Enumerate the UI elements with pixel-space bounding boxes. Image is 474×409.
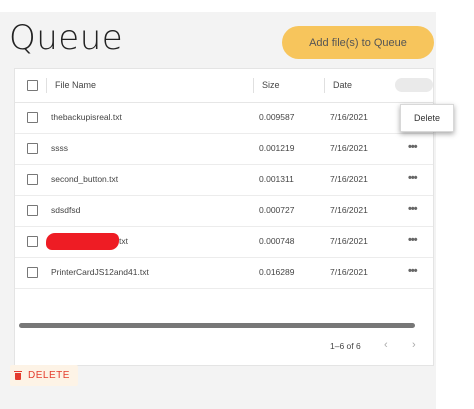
table-header: File Name Size Date: [15, 69, 433, 103]
bulk-delete-label: DELETE: [28, 370, 70, 381]
column-divider: [253, 78, 254, 93]
file-date: 7/16/2021: [330, 267, 368, 277]
file-date: 7/16/2021: [330, 236, 368, 246]
table-row[interactable]: txt 0.000748 7/16/2021 •••: [15, 226, 433, 258]
file-date: 7/16/2021: [330, 174, 368, 184]
row-checkbox[interactable]: [27, 143, 38, 154]
row-checkbox[interactable]: [27, 112, 38, 123]
file-size: 0.009587: [259, 112, 295, 122]
file-size: 0.016289: [259, 267, 295, 277]
row-menu-icon[interactable]: •••: [408, 226, 418, 257]
header-date[interactable]: Date: [333, 69, 352, 102]
table-row[interactable]: second_button.txt 0.001311 7/16/2021 •••: [15, 164, 433, 196]
file-name: ssss: [51, 143, 68, 153]
row-menu-icon[interactable]: •••: [408, 164, 418, 195]
context-menu-delete[interactable]: Delete: [400, 104, 454, 132]
horizontal-scrollbar[interactable]: [19, 323, 415, 328]
row-menu-icon[interactable]: •••: [408, 195, 418, 226]
column-divider: [46, 78, 47, 93]
column-divider: [324, 78, 325, 93]
row-menu-icon[interactable]: •••: [408, 133, 418, 164]
header-actions-placeholder: [395, 78, 433, 92]
file-size: 0.000748: [259, 236, 295, 246]
queue-table: File Name Size Date thebackupisreal.txt …: [14, 68, 434, 366]
pagination-range: 1–6 of 6: [330, 341, 361, 351]
bulk-delete-button[interactable]: DELETE: [10, 365, 78, 386]
file-date: 7/16/2021: [330, 143, 368, 153]
file-name: PrinterCardJS12and41.txt: [51, 267, 149, 277]
file-name: sdsdfsd: [51, 205, 81, 215]
table-row[interactable]: thebackupisreal.txt 0.009587 7/16/2021 •…: [15, 102, 433, 134]
row-checkbox[interactable]: [27, 267, 38, 278]
file-date: 7/16/2021: [330, 112, 368, 122]
page-title: Queue: [9, 18, 124, 58]
file-size: 0.001219: [259, 143, 295, 153]
trash-icon: [14, 371, 22, 380]
next-page-icon[interactable]: ›: [412, 339, 416, 351]
file-size: 0.000727: [259, 205, 295, 215]
file-name: thebackupisreal.txt: [51, 112, 122, 122]
table-row[interactable]: ssss 0.001219 7/16/2021 •••: [15, 133, 433, 165]
header-file-name[interactable]: File Name: [55, 69, 96, 102]
select-all-checkbox[interactable]: [27, 80, 38, 91]
row-checkbox[interactable]: [27, 174, 38, 185]
file-size: 0.001311: [259, 174, 294, 184]
row-checkbox[interactable]: [27, 236, 38, 247]
table-row[interactable]: PrinterCardJS12and41.txt 0.016289 7/16/2…: [15, 257, 433, 289]
prev-page-icon[interactable]: ‹: [384, 339, 388, 351]
add-files-button[interactable]: Add file(s) to Queue: [282, 26, 434, 59]
row-checkbox[interactable]: [27, 205, 38, 216]
file-name: second_button.txt: [51, 174, 119, 184]
header-size[interactable]: Size: [262, 69, 280, 102]
redaction-mark: [46, 233, 119, 250]
row-menu-icon[interactable]: •••: [408, 257, 418, 288]
file-name: txt: [119, 236, 128, 246]
table-row[interactable]: sdsdfsd 0.000727 7/16/2021 •••: [15, 195, 433, 227]
file-date: 7/16/2021: [330, 205, 368, 215]
